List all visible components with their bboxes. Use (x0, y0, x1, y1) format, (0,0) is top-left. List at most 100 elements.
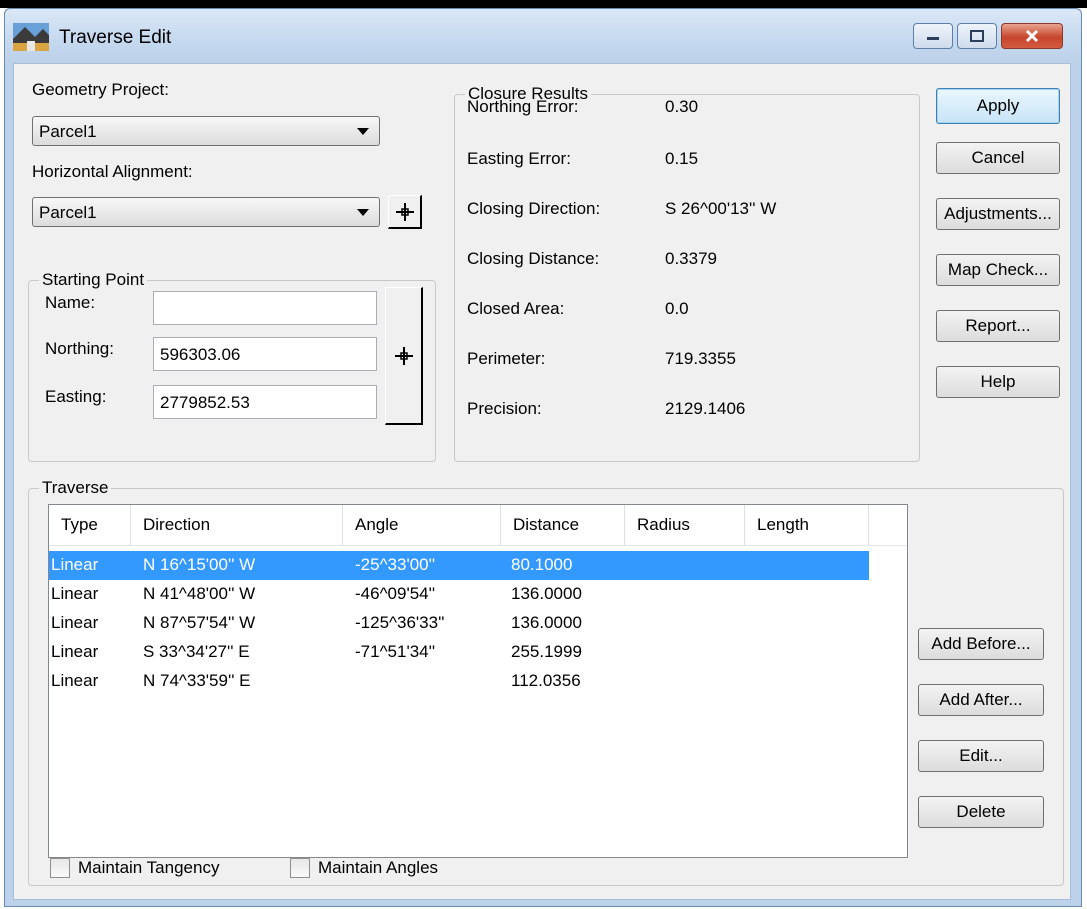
maximize-icon (970, 30, 984, 42)
column-header-radius-label: Radius (637, 515, 690, 534)
closing-distance-value: 0.3379 (665, 249, 717, 268)
alignment-pick-button[interactable] (388, 195, 422, 229)
easting-label: Easting: (45, 387, 107, 406)
add-after-button[interactable]: Add After... (918, 684, 1044, 716)
column-header-distance-label: Distance (513, 515, 580, 534)
cell-angle: -46^09'54'' (355, 584, 436, 603)
dialog-client-area: Geometry Project: Parcel1 Horizontal Ali… (13, 63, 1071, 900)
perimeter-value: 719.3355 (665, 349, 736, 368)
geometry-project-value: Parcel1 (39, 122, 97, 141)
cell-type: Linear (51, 642, 99, 661)
name-label: Name: (45, 293, 96, 312)
chevron-down-icon (357, 209, 369, 216)
adjustments-button[interactable]: Adjustments... (936, 198, 1060, 230)
geometry-project-dropdown[interactable]: Parcel1 (32, 116, 380, 146)
traverse-list[interactable]: Type Direction Angle Distance Radius Len… (48, 504, 908, 858)
cell-direction: N 41^48'00'' W (143, 584, 256, 603)
closing-distance-label: Closing Distance: (467, 249, 600, 268)
close-icon (1025, 29, 1039, 43)
cell-angle: -25^33'00'' (355, 555, 436, 574)
column-header-distance[interactable]: Distance (501, 505, 625, 545)
edit-button[interactable]: Edit... (918, 740, 1044, 772)
map-check-button[interactable]: Map Check... (936, 254, 1060, 286)
delete-button[interactable]: Delete (918, 796, 1044, 828)
column-header-type[interactable]: Type (49, 505, 131, 545)
cell-type: Linear (51, 613, 99, 632)
easting-input[interactable]: 2779852.53 (153, 385, 377, 419)
crosshair-icon (394, 346, 413, 365)
starting-point-group: Starting Point Name: Northing: 596303.06… (28, 270, 436, 462)
traverse-title: Traverse (39, 478, 112, 498)
minimize-icon (927, 37, 939, 40)
minimize-button[interactable] (913, 23, 953, 49)
starting-point-pick-button[interactable] (385, 287, 423, 425)
cell-type: Linear (51, 584, 99, 603)
cell-direction: N 16^15'00'' W (143, 555, 256, 574)
screen-top-edge (0, 0, 1087, 8)
column-header-radius[interactable]: Radius (625, 505, 745, 545)
cell-distance: 136.0000 (511, 584, 582, 603)
traverse-edit-dialog: Traverse Edit Geometry Project: Parcel1 … (4, 8, 1082, 907)
easting-input-value: 2779852.53 (160, 393, 250, 412)
title-bar[interactable]: Traverse Edit (5, 9, 1081, 63)
report-button[interactable]: Report... (936, 310, 1060, 342)
maximize-button[interactable] (957, 23, 997, 49)
cancel-button[interactable]: Cancel (936, 142, 1060, 174)
apply-button[interactable]: Apply (936, 88, 1060, 124)
northing-input-value: 596303.06 (160, 345, 241, 364)
cell-distance: 112.0356 (511, 671, 581, 690)
table-row[interactable]: Linear N 74^33'59'' E 112.0356 (49, 667, 869, 696)
column-header-length[interactable]: Length (745, 505, 869, 545)
northing-label: Northing: (45, 339, 114, 358)
northing-error-value: 0.30 (665, 97, 699, 116)
table-row[interactable]: Linear S 33^34'27'' E -71^51'34'' 255.19… (49, 638, 869, 667)
maintain-tangency-label[interactable]: Maintain Tangency (78, 858, 219, 878)
table-row[interactable]: Linear N 16^15'00'' W -25^33'00'' 80.100… (49, 551, 869, 580)
cell-angle: -125^36'33'' (355, 613, 445, 632)
name-input[interactable] (153, 291, 377, 325)
easting-error-value: 0.15 (665, 149, 699, 168)
closing-direction-label: Closing Direction: (467, 199, 601, 218)
maintain-angles-checkbox[interactable] (290, 858, 310, 878)
horizontal-alignment-label: Horizontal Alignment: (32, 162, 193, 181)
precision-label: Precision: (467, 399, 542, 418)
cell-angle: -71^51'34'' (355, 642, 436, 661)
cell-distance: 255.1999 (511, 642, 582, 661)
column-header-length-label: Length (757, 515, 809, 534)
crosshair-icon (395, 202, 414, 221)
perimeter-label: Perimeter: (467, 349, 546, 368)
cell-direction: N 87^57'54'' W (143, 613, 256, 632)
column-header-direction[interactable]: Direction (131, 505, 343, 545)
northing-input[interactable]: 596303.06 (153, 337, 377, 371)
table-row[interactable]: Linear N 41^48'00'' W -46^09'54'' 136.00… (49, 580, 869, 609)
cell-direction: S 33^34'27'' E (143, 642, 250, 661)
add-before-button[interactable]: Add Before... (918, 628, 1044, 660)
precision-value: 2129.1406 (665, 399, 746, 418)
column-header-type-label: Type (61, 515, 98, 534)
table-row[interactable]: Linear N 87^57'54'' W -125^36'33'' 136.0… (49, 609, 869, 638)
cell-distance: 80.1000 (511, 555, 573, 574)
column-header-angle[interactable]: Angle (343, 505, 501, 545)
column-header-angle-label: Angle (355, 515, 399, 534)
closed-area-label: Closed Area: (467, 299, 565, 318)
cell-type: Linear (51, 671, 99, 690)
horizontal-alignment-dropdown[interactable]: Parcel1 (32, 197, 380, 227)
northing-error-label: Northing Error: (467, 97, 579, 116)
cell-type: Linear (51, 555, 99, 574)
maintain-tangency-checkbox[interactable] (50, 858, 70, 878)
easting-error-label: Easting Error: (467, 149, 571, 168)
closed-area-value: 0.0 (665, 299, 689, 318)
column-header-direction-label: Direction (143, 515, 211, 534)
starting-point-title: Starting Point (39, 270, 148, 290)
window-title: Traverse Edit (59, 27, 172, 48)
chevron-down-icon (357, 128, 369, 135)
geometry-project-label: Geometry Project: (32, 80, 169, 99)
closure-results-group: Closure Results Northing Error: 0.30 Eas… (454, 84, 920, 462)
help-button[interactable]: Help (936, 366, 1060, 398)
close-button[interactable] (1001, 23, 1063, 49)
closing-direction-value: S 26^00'13'' W (665, 199, 777, 218)
maintain-angles-label[interactable]: Maintain Angles (318, 858, 438, 878)
horizontal-alignment-value: Parcel1 (39, 203, 97, 222)
traverse-list-header: Type Direction Angle Distance Radius Len… (49, 505, 907, 546)
cell-direction: N 74^33'59'' E (143, 671, 251, 690)
